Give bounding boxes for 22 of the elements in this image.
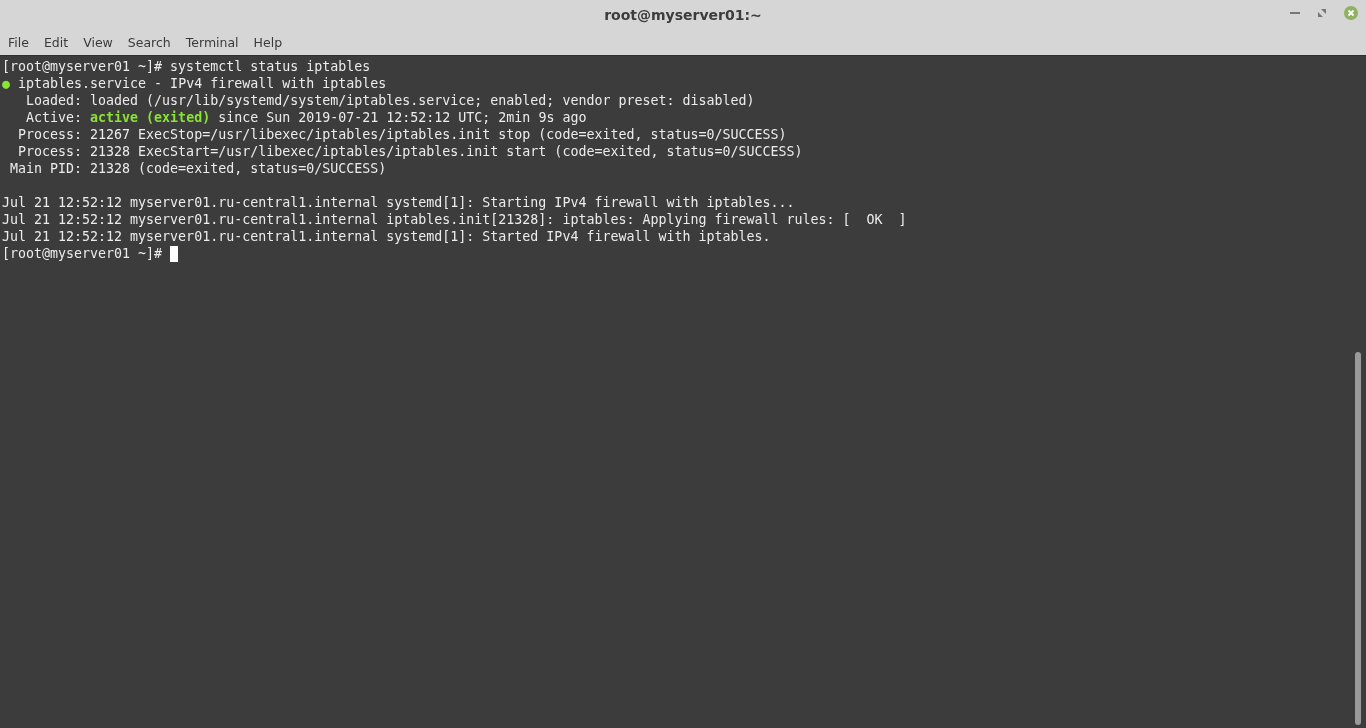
- terminal-line: [root@myserver01 ~]#: [2, 245, 164, 262]
- window-title: root@myserver01:~: [604, 7, 762, 23]
- terminal-line: Jul 21 12:52:12 myserver01.ru-central1.internal systemd[1]: Started IPv4 firewall with iptables.: [2, 228, 771, 245]
- minimize-icon[interactable]: [1290, 11, 1300, 15]
- terminal-line: Active: active (exited) since Sun 2019-07-21 12:52:12 UTC; 2min 9s ago: [25, 109, 587, 126]
- terminal-line: Process: 21328 ExecStart=/usr/libexec/iptables/iptables.init start (code=exited, status=0/SUCCESS): [17, 143, 803, 160]
- terminal-line: Main PID: 21328 (code=exited, status=0/SUCCESS): [9, 160, 387, 177]
- menu-item[interactable]: View: [83, 35, 113, 50]
- menu-item[interactable]: Search: [127, 35, 171, 50]
- close-icon[interactable]: [1344, 6, 1358, 20]
- terminal-line: Process: 21267 ExecStop=/usr/libexec/iptables/iptables.init stop (code=exited, status=0/SUCCESS): [17, 126, 787, 143]
- terminal-line: ● iptables.service - IPv4 firewall with iptables: [2, 75, 387, 92]
- terminal-line: Jul 21 12:52:12 myserver01.ru-central1.internal iptables.init[21328]: iptables: Applying firewall rules: [ OK ]: [2, 211, 907, 228]
- maximize-icon[interactable]: [1318, 9, 1326, 17]
- menu-item[interactable]: Help: [253, 35, 283, 50]
- terminal-line: Jul 21 12:52:12 myserver01.ru-central1.internal systemd[1]: Starting IPv4 firewall with iptables...: [2, 194, 795, 211]
- terminal-line: [root@myserver01 ~]# systemctl status iptables: [2, 58, 371, 75]
- menu-item[interactable]: File: [8, 35, 29, 50]
- menu-item[interactable]: Terminal: [185, 35, 239, 50]
- scrollbar-thumb[interactable]: [1355, 352, 1361, 725]
- menu-item[interactable]: Edit: [43, 35, 69, 50]
- terminal-line: Loaded: loaded (/usr/lib/systemd/system/iptables.service; enabled; vendor preset: disabled): [25, 92, 755, 109]
